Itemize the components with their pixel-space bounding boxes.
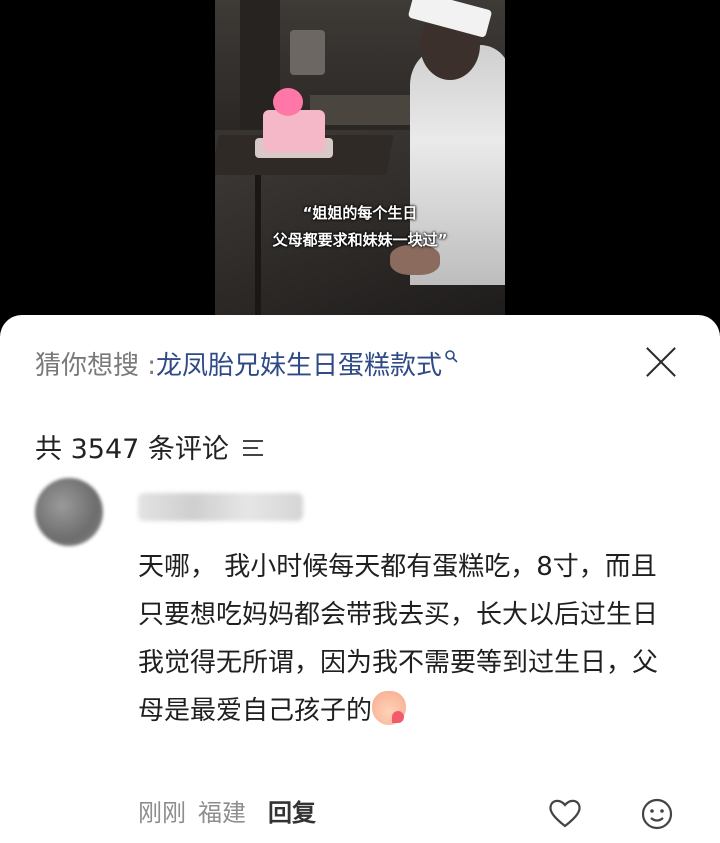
video-player[interactable]: “姐姐的每个生日 父母都要求和妹妹一块过” bbox=[215, 0, 505, 330]
comments-count: 共 3547 条评论 bbox=[35, 427, 263, 466]
emoji-face-icon[interactable] bbox=[640, 797, 674, 831]
video-bag bbox=[290, 30, 325, 75]
blush-emoji-icon bbox=[372, 690, 407, 725]
search-suggestion-link[interactable]: 龙凤胎兄妹生日蛋糕款式 bbox=[156, 345, 442, 382]
video-cake-topper bbox=[273, 88, 303, 116]
reply-button[interactable]: 回复 bbox=[268, 793, 316, 828]
comments-sheet: 猜你想搜 : 龙凤胎兄妹生日蛋糕款式 共 3547 条评论 天哪， 我小时候每天… bbox=[0, 315, 720, 843]
comment-location: 福建 bbox=[198, 799, 246, 827]
comments-count-label: 共 3547 条评论 bbox=[35, 434, 229, 465]
search-suggestion[interactable]: 猜你想搜 : 龙凤胎兄妹生日蛋糕款式 bbox=[35, 345, 458, 382]
comment-time: 刚刚 bbox=[138, 799, 186, 827]
avatar[interactable] bbox=[35, 478, 103, 546]
video-desk bbox=[310, 95, 410, 125]
search-suggestion-prefix: 猜你想搜 : bbox=[35, 351, 157, 381]
comment-meta: 刚刚 福建 回复 bbox=[138, 793, 316, 828]
close-icon[interactable] bbox=[644, 345, 678, 379]
video-cake bbox=[263, 110, 325, 152]
heart-icon[interactable] bbox=[548, 797, 582, 829]
video-caption-line2: 父母都要求和妹妹一块过” bbox=[272, 231, 448, 249]
username-blurred[interactable] bbox=[138, 493, 303, 521]
video-caption: “姐姐的每个生日 父母都要求和妹妹一块过” bbox=[215, 200, 505, 254]
video-caption-line1: “姐姐的每个生日 bbox=[302, 204, 418, 222]
search-icon[interactable] bbox=[444, 349, 458, 363]
comment-text: 天哪， 我小时候每天都有蛋糕吃，8寸，而且只要想吃妈妈都会带我去买，长大以后过生… bbox=[138, 543, 673, 735]
sort-icon[interactable] bbox=[242, 439, 263, 456]
